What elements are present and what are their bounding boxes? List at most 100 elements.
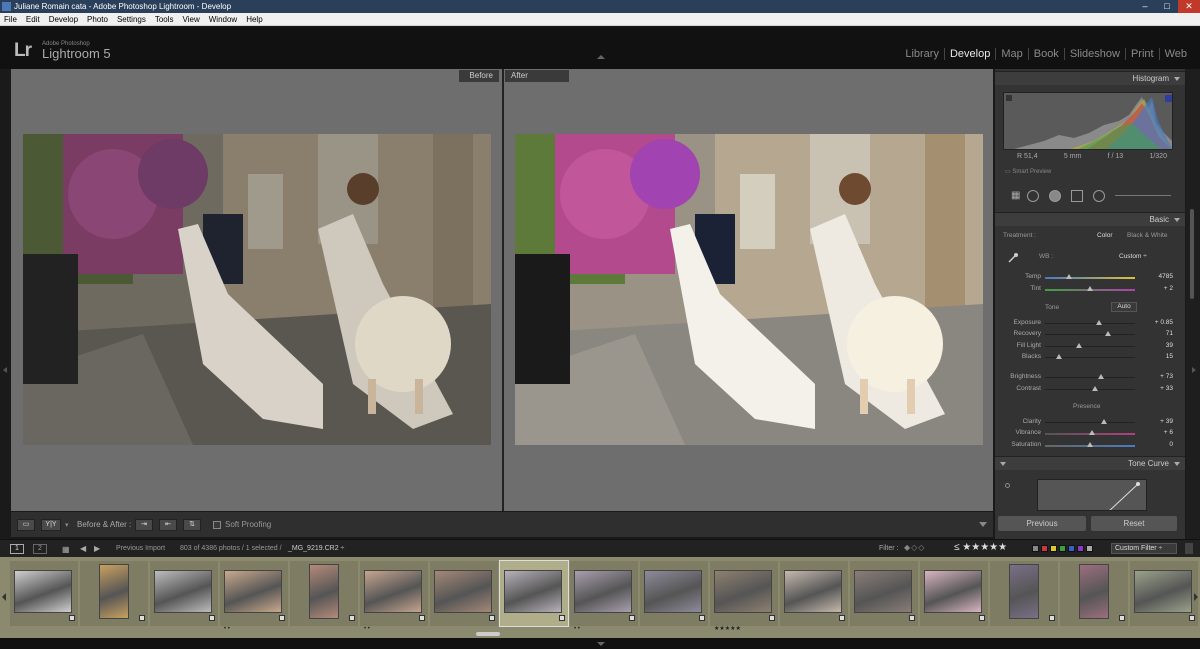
loupe-view-button[interactable]: ▭	[17, 519, 35, 531]
slider-saturation[interactable]: Saturation 0	[995, 440, 1185, 451]
filmstrip-thumbnail[interactable]	[920, 561, 988, 626]
filmstrip-thumbnail[interactable]	[990, 561, 1058, 626]
slider-knob[interactable]	[1100, 419, 1107, 424]
module-slideshow[interactable]: Slideshow	[1065, 48, 1126, 60]
previous-button[interactable]: Previous	[998, 516, 1086, 531]
collapse-histogram-icon[interactable]	[1174, 77, 1180, 81]
slider-knob[interactable]	[1105, 331, 1111, 336]
slider-contrast[interactable]: Contrast + 33	[995, 384, 1185, 395]
before-photo[interactable]	[23, 134, 491, 445]
slider-exposure[interactable]: Exposure + 0.85	[995, 318, 1185, 329]
slider-knob[interactable]	[1055, 354, 1062, 359]
eyedropper-icon[interactable]	[1007, 252, 1019, 264]
slider-value[interactable]: 39	[1166, 342, 1173, 349]
slider-blacks[interactable]: Blacks 15	[995, 352, 1185, 363]
tone-auto-button[interactable]: Auto	[1111, 302, 1137, 312]
filmstrip-thumbnail[interactable]: • •	[360, 561, 428, 632]
menu-help[interactable]: Help	[246, 13, 262, 25]
curve-target-icon[interactable]	[1005, 483, 1010, 488]
color-filter-purple[interactable]	[1077, 545, 1084, 552]
module-book[interactable]: Book	[1029, 48, 1065, 60]
filmstrip-thumbnail[interactable]	[640, 561, 708, 626]
right-panel-scroll-thumb[interactable]	[1190, 209, 1194, 299]
slider-knob[interactable]	[1087, 286, 1093, 291]
tone-curve-graph[interactable]	[1037, 479, 1147, 511]
adjustment-brush-tool-icon[interactable]	[1115, 195, 1171, 196]
flag-filter-icon[interactable]: ◆◇◇	[904, 543, 925, 552]
basic-header[interactable]: Basic	[995, 212, 1185, 226]
module-develop[interactable]: Develop	[945, 48, 997, 60]
slider-knob[interactable]	[1091, 386, 1098, 391]
spot-removal-tool-icon[interactable]	[1027, 190, 1039, 202]
module-map[interactable]: Map	[996, 48, 1029, 60]
slider-knob[interactable]	[1096, 320, 1102, 325]
slider-value[interactable]: + 2	[1164, 285, 1173, 292]
filmstrip-thumbnail[interactable]	[850, 561, 918, 626]
swap-before-after-button[interactable]: ⇅	[183, 519, 201, 531]
grid-view-icon[interactable]: ▦	[62, 545, 70, 554]
color-filter-yellow[interactable]	[1050, 545, 1057, 552]
slider-recovery[interactable]: Recovery 71	[995, 329, 1185, 340]
copy-after-to-before-button[interactable]: ⇤	[159, 519, 177, 531]
right-panel-scrollbar[interactable]	[1186, 69, 1200, 539]
filmstrip-scroll-thumb[interactable]	[476, 632, 500, 636]
slider-clarity[interactable]: Clarity + 39	[995, 417, 1185, 428]
filmstrip-thumbnail[interactable]: ★★★★★	[710, 561, 778, 632]
slider-value[interactable]: 71	[1166, 330, 1173, 337]
slider-track[interactable]	[1045, 334, 1135, 335]
filmstrip-thumbnail[interactable]: • •	[570, 561, 638, 632]
filmstrip-thumbnail[interactable]	[1130, 561, 1198, 626]
menu-tools[interactable]: Tools	[155, 13, 174, 25]
slider-value[interactable]: + 0.85	[1155, 319, 1173, 326]
color-filter-none[interactable]	[1032, 545, 1039, 552]
maximize-button[interactable]: □	[1156, 0, 1178, 13]
slider-value[interactable]: + 6	[1164, 429, 1173, 436]
filmstrip-thumbnail[interactable]	[290, 561, 358, 626]
rating-filter[interactable]: ≤ ★★★★★	[954, 542, 1007, 553]
radial-filter-tool-icon[interactable]	[1093, 190, 1105, 202]
slider-value[interactable]: + 73	[1160, 373, 1173, 380]
red-eye-tool-icon[interactable]	[1049, 190, 1061, 202]
menu-file[interactable]: File	[4, 13, 17, 25]
filmstrip-thumbnail[interactable]	[780, 561, 848, 626]
slider-value[interactable]: 4785	[1159, 273, 1173, 280]
slider-knob[interactable]	[1097, 374, 1104, 379]
toolbar-options-icon[interactable]	[979, 522, 987, 527]
slider-value[interactable]: + 33	[1160, 385, 1173, 392]
histogram-header[interactable]: Histogram	[995, 71, 1185, 85]
treatment-color-button[interactable]: Color	[1097, 232, 1113, 239]
reset-button[interactable]: Reset	[1091, 516, 1177, 531]
copy-before-to-after-button[interactable]: ⇥	[135, 519, 153, 531]
slider-value[interactable]: + 39	[1160, 418, 1173, 425]
module-library[interactable]: Library	[900, 48, 945, 60]
filmstrip-thumbnail[interactable]	[430, 561, 498, 626]
treatment-bw-button[interactable]: Black & White	[1127, 232, 1167, 239]
filmstrip-source[interactable]: Previous Import	[116, 545, 165, 552]
slider-knob[interactable]	[1076, 343, 1083, 348]
main-window-button[interactable]: 1	[10, 544, 24, 554]
collapse-basic-icon[interactable]	[1174, 218, 1180, 222]
slider-track[interactable]	[1045, 389, 1135, 390]
custom-filter-dropdown[interactable]: Custom Filter ÷	[1111, 543, 1177, 554]
secondary-window-button[interactable]: 2	[33, 544, 47, 554]
wb-preset-dropdown[interactable]: Custom ÷	[1119, 253, 1147, 260]
color-filter-blue[interactable]	[1068, 545, 1075, 552]
module-web[interactable]: Web	[1160, 48, 1192, 60]
menu-develop[interactable]: Develop	[49, 13, 78, 25]
module-print[interactable]: Print	[1126, 48, 1160, 60]
slider-track[interactable]	[1045, 377, 1135, 378]
graduated-filter-tool-icon[interactable]	[1071, 190, 1083, 202]
menu-view[interactable]: View	[183, 13, 200, 25]
expand-left-panel-icon[interactable]	[3, 367, 7, 373]
collapse-top-panel-icon[interactable]	[597, 55, 605, 59]
tone-curve-header[interactable]: Tone Curve	[995, 456, 1185, 470]
filmstrip-thumbnail[interactable]	[1060, 561, 1128, 626]
slider-tint[interactable]: Tint + 2	[995, 284, 1185, 295]
filmstrip-scroll-right-icon[interactable]	[1194, 593, 1198, 601]
slider-vibrance[interactable]: Vibrance + 6	[995, 428, 1185, 439]
close-button[interactable]: ✕	[1178, 0, 1200, 13]
slider-value[interactable]: 15	[1166, 353, 1173, 360]
slider-knob[interactable]	[1066, 274, 1073, 279]
tone-curve-left-icon[interactable]	[1000, 462, 1006, 466]
filmstrip-thumbnail[interactable]	[150, 561, 218, 626]
